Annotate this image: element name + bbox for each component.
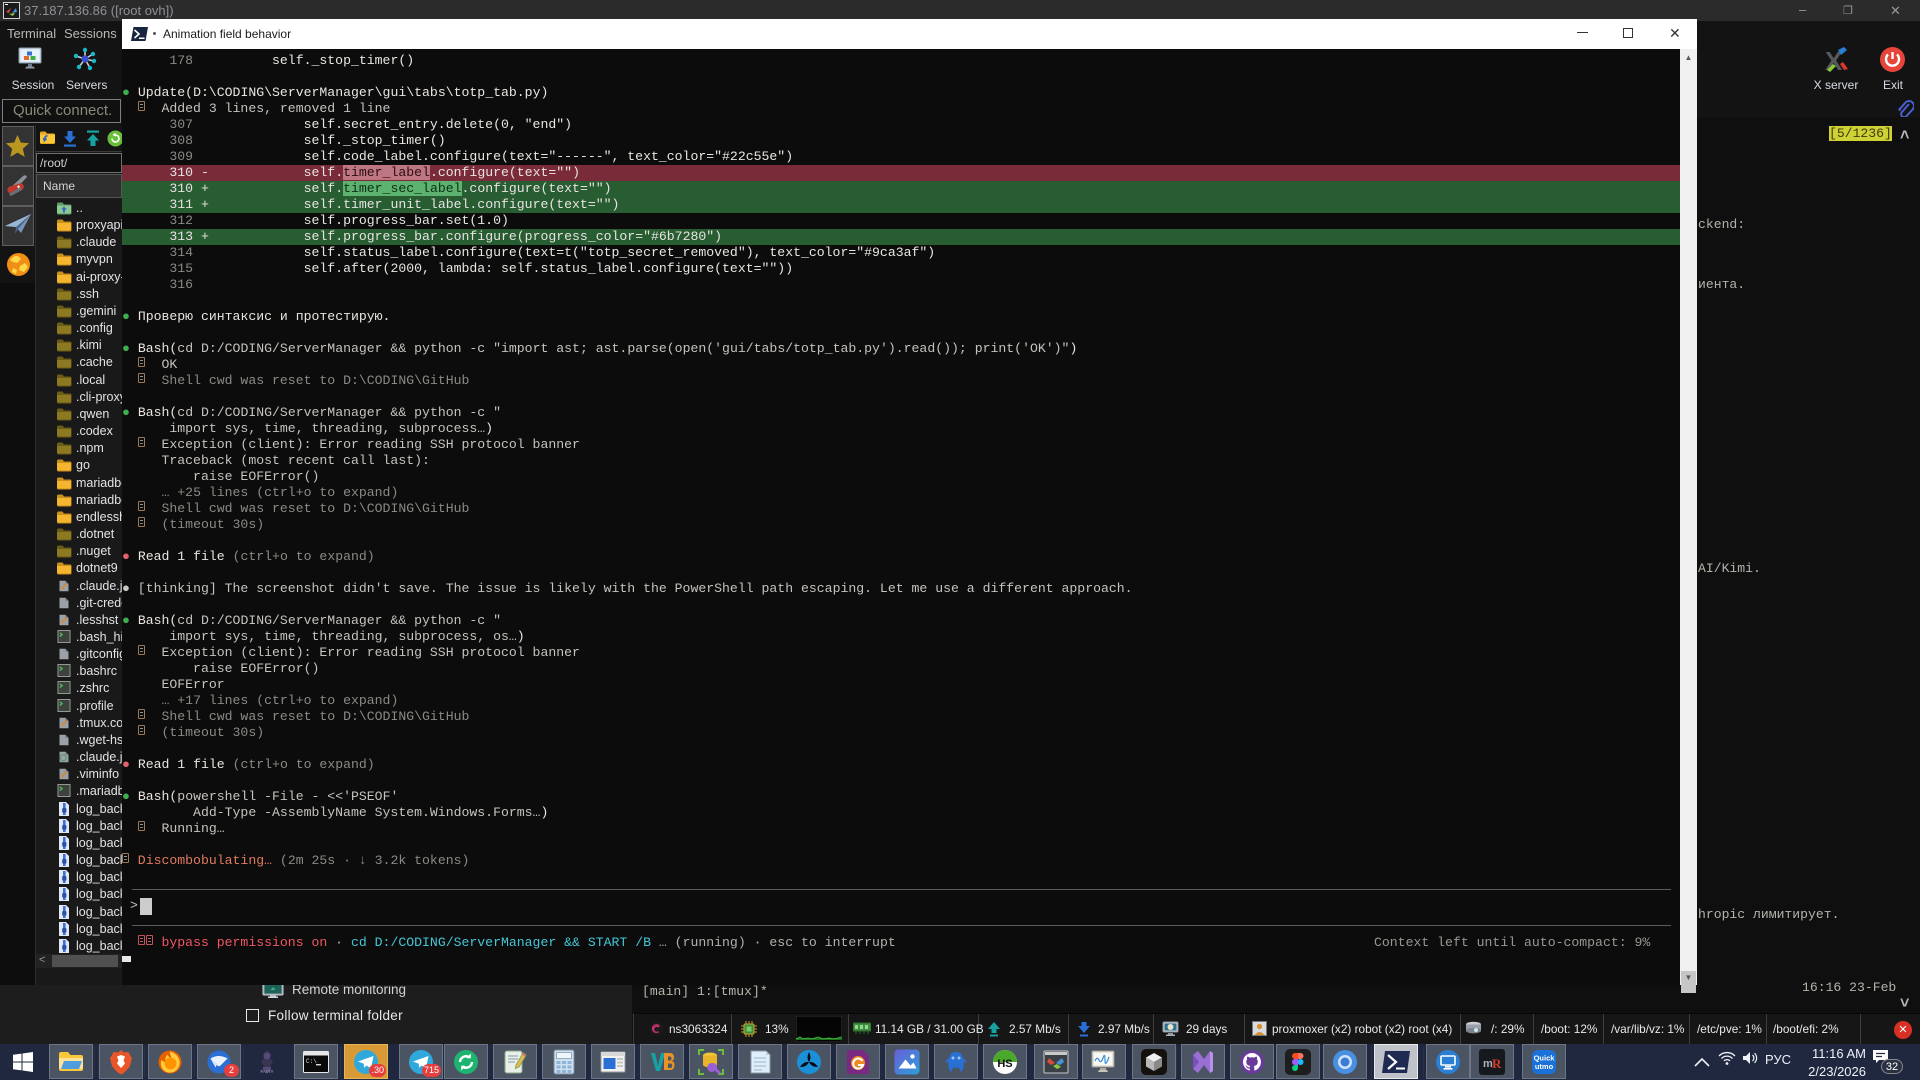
svg-text:utmo: utmo	[1535, 1062, 1554, 1071]
svg-text:HS: HS	[997, 1058, 1012, 1070]
svg-text:R: R	[1492, 1056, 1502, 1071]
svg-text:C:\: C:\	[306, 1058, 317, 1065]
svg-text:FAIRY: FAIRY	[261, 1069, 274, 1074]
